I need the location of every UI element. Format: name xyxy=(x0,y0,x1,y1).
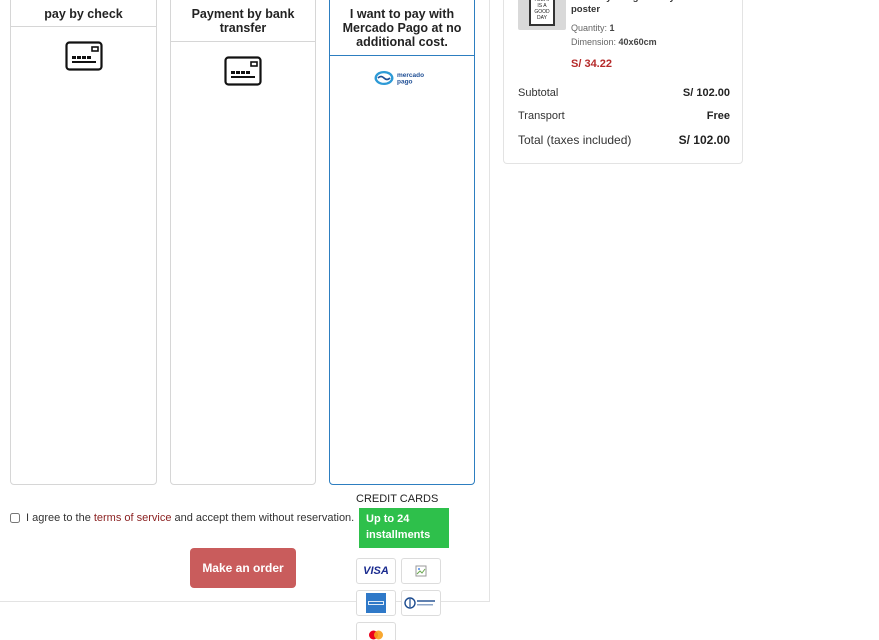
transport-label: Transport xyxy=(518,110,565,122)
svg-text:pago: pago xyxy=(397,79,413,86)
checkout-page: pay by check Payment by bank transfer I … xyxy=(0,0,879,640)
product-name[interactable]: 1x Today is a good day Framed poster xyxy=(571,0,736,16)
subtotal-value: S/ 102.00 xyxy=(682,87,730,99)
poster-thumbnail-text: TODAY IS A GOOD DAY xyxy=(529,0,555,26)
credit-cards-title: CREDIT CARDS xyxy=(356,493,439,505)
visa-logo-text: VISA xyxy=(363,565,389,577)
credit-card-icon xyxy=(171,56,315,86)
quantity-label: Quantity: xyxy=(571,23,608,33)
quantity-value: 1 xyxy=(609,23,615,33)
payment-option-title: pay by check xyxy=(44,6,123,21)
transport-value: Free xyxy=(706,110,730,122)
dimension-label: Dimension: xyxy=(571,37,617,47)
product-price: S/ 34.22 xyxy=(571,58,612,70)
terms-link[interactable]: terms of service xyxy=(94,512,172,524)
subtotal-row: Subtotal S/ 102.00 xyxy=(518,87,730,99)
payment-option-title: I want to pay with Mercado Pago at no ad… xyxy=(342,7,462,49)
product-quantity: Quantity: 1 xyxy=(571,23,615,33)
product-thumbnail[interactable]: TODAY IS A GOOD DAY xyxy=(518,0,566,30)
payment-option-title: Payment by bank transfer xyxy=(191,7,295,35)
product-dimension: Dimension: 40x60cm xyxy=(571,37,657,47)
total-value: S/ 102.00 xyxy=(678,133,730,147)
order-summary: TODAY IS A GOOD DAY 1x Today is a good d… xyxy=(503,0,743,164)
terms-checkbox[interactable] xyxy=(10,513,20,523)
payment-option-check[interactable]: pay by check xyxy=(10,0,157,485)
american-express-icon xyxy=(356,590,396,616)
total-label: Total (taxes included) xyxy=(518,133,632,147)
broken-image-icon xyxy=(401,558,441,584)
mastercard-icon xyxy=(356,622,396,640)
payment-option-mercado-pago[interactable]: I want to pay with Mercado Pago at no ad… xyxy=(329,0,475,485)
make-order-button[interactable]: Make an order xyxy=(190,548,296,588)
subtotal-label: Subtotal xyxy=(518,87,559,99)
terms-prefix: I agree to the xyxy=(26,512,91,524)
credit-card-icon xyxy=(11,41,156,71)
mercado-pago-logo: mercado pago xyxy=(330,70,474,86)
terms-suffix: and accept them without reservation. xyxy=(174,512,355,524)
payment-option-bank-transfer[interactable]: Payment by bank transfer xyxy=(170,0,316,485)
terms-agreement: I agree to the terms of service and acce… xyxy=(10,512,354,524)
diners-club-icon xyxy=(401,590,441,616)
dimension-value: 40x60cm xyxy=(618,37,657,47)
total-row: Total (taxes included) S/ 102.00 xyxy=(518,133,730,147)
transport-row: Transport Free xyxy=(518,110,730,122)
installments-badge: Up to 24 installments xyxy=(359,508,449,548)
visa-icon: VISA xyxy=(356,558,396,584)
